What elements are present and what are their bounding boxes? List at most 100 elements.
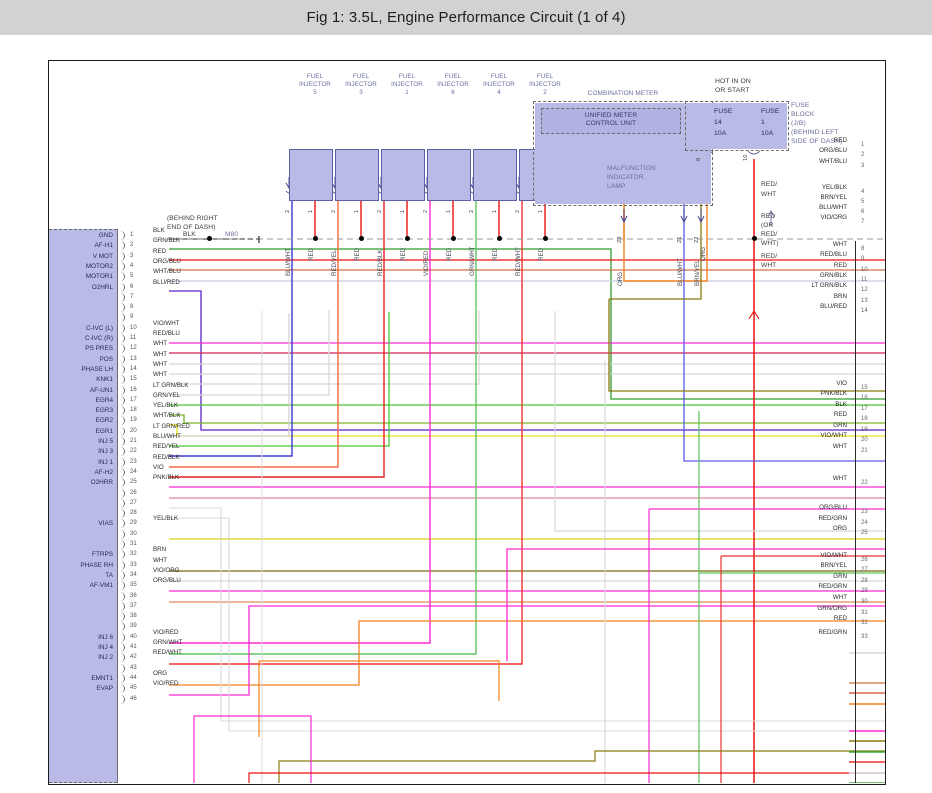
ecm-wire-label-21: BLU/WHT (153, 433, 181, 440)
right-terminal-num-6: 6 (861, 209, 865, 215)
ecm-pin-label-inj-5: INJ 5 (98, 438, 113, 445)
ecm-wire-label-20: LT GRN/RED (153, 422, 190, 430)
right-wire-label-10: RED (833, 262, 847, 269)
ecm-pin-label-egr2: EGR2 (95, 417, 113, 425)
connector-spring-7 (117, 292, 125, 302)
right-wire-label-4: YEL/BLK (821, 184, 847, 191)
fuel-injector-3[interactable] (335, 149, 379, 201)
injector-3-wire2-label: RED/YEL (331, 249, 338, 276)
injector-6-wire1-label: RED (446, 247, 453, 261)
right-terminal-num-21: 21 (861, 448, 868, 454)
mil-label-line2: INDICATOR (607, 174, 644, 181)
right-terminal-num-5: 5 (861, 199, 865, 205)
right-terminal-num-15: 15 (861, 385, 868, 391)
connector-spring-27 (117, 498, 125, 508)
right-wire-label-14: BLU/RED (820, 303, 847, 310)
connector-spring-36 (117, 591, 125, 601)
right-wire-label-1: RED (833, 137, 847, 144)
combination-meter-label: COMBINATION METER (587, 90, 659, 97)
ecm-pin-num-23: 23 (130, 458, 137, 465)
ecm-wire-label-25: PNK/BLK (153, 474, 180, 482)
ecm-pin-label-emnt1: EMNT1 (91, 674, 113, 682)
ecm-pin-label-af-un1: AF-UN1 (89, 386, 113, 394)
fuel-injector-1[interactable] (381, 149, 425, 201)
ecm-wire-label-24: VIO (153, 463, 164, 471)
right-terminal-num-32: 32 (861, 620, 868, 626)
meter-pin-22-wire: BRN/YEL (694, 259, 701, 286)
fuel-injector-5[interactable] (289, 149, 333, 201)
right-wire-label-30: WHT (832, 594, 847, 601)
injector-title-line2-2: INJECTOR (529, 81, 561, 88)
ecm-wire-label-41: GRN/WHT (153, 639, 183, 646)
connector-spring-46 (117, 694, 125, 704)
injector-6-wire2-label: VIO/RED (423, 250, 430, 276)
harness-junction-dot (543, 236, 548, 241)
right-wire-label-16: PNK/BLK (820, 390, 847, 397)
right-wire-label-19: GRN (833, 422, 847, 429)
meter-pin-23-wire: ORG (617, 271, 624, 286)
ecm-wire-label-2: GRN/BLK (153, 237, 181, 245)
ecm-pin-label-inj-3: INJ 3 (98, 448, 113, 456)
ecm-pin-num-8: 8 (130, 304, 134, 311)
fuel-injector-6[interactable] (427, 149, 471, 201)
injector-2-pin1-num: 1 (538, 209, 544, 213)
ecm-pin-num-34: 34 (130, 571, 137, 578)
right-terminal-num-4: 4 (861, 189, 865, 195)
right-terminal-num-13: 13 (861, 298, 868, 304)
ecm-pin-num-27: 27 (130, 499, 137, 506)
right-terminal-num-10: 10 (861, 267, 868, 273)
ecm-wire-label-44: ORG (153, 669, 168, 677)
ecm-pin-label-o2hrr: O2HRR (90, 479, 113, 487)
hot-in-on-label-line1: HOT IN ON (715, 78, 751, 85)
harness-junction-dot (405, 236, 410, 241)
ecm-pin-label-c-ivc--l-: C-IVC (L) (86, 324, 113, 332)
harness-junction-dot (359, 236, 364, 241)
right-wire-label-24: RED/GRN (818, 515, 847, 522)
fuse-1-rating: 10A (761, 130, 774, 137)
connector-spring-16 (117, 385, 125, 395)
connector-spring-24 (117, 467, 125, 477)
splice-wire-label: BLK (183, 231, 196, 238)
fuse-14-name: FUSE (714, 108, 733, 115)
ecm-pin-num-33: 33 (130, 561, 137, 568)
ecm-pin-label-inj-2: INJ 2 (98, 654, 113, 662)
ecm-pin-num-28: 28 (130, 510, 137, 517)
right-terminal-num-9: 9 (861, 256, 865, 262)
ecm-pin-num-21: 21 (130, 438, 137, 444)
ecm-wire-label-45: VIO/RED (153, 680, 179, 688)
injector-1-wire2-label: RED/BLK (377, 249, 384, 276)
right-wire-label-5: BRN/YEL (820, 194, 847, 201)
ecm-wire-label-22: RED/YEL (153, 443, 180, 451)
ecm-wire-label-29: YEL/BLK (153, 515, 179, 523)
right-wire-label-18: RED (833, 411, 847, 418)
harness-junction-dot (451, 236, 456, 241)
splice-note-line1: (BEHIND RIGHT (167, 215, 218, 222)
right-wire-label-3: WHT/BLU (819, 158, 847, 165)
injector-5-pin1-num: 1 (308, 209, 314, 213)
diagram-frame: FUEL INJECTOR 5 2 1 BLU/WHT RED FUEL INJE… (48, 60, 886, 785)
right-wire-label-33: RED/GRN (818, 629, 847, 636)
injector-1-pin2-num: 2 (377, 209, 383, 213)
right-wire-label-7: VIO/ORG (820, 214, 847, 221)
ecm-pin-num-25: 25 (130, 479, 137, 486)
ecm-wire-label-23: RED/BLK (153, 453, 180, 461)
connector-spring-14 (117, 364, 125, 374)
right-wire-label-27: BRN/YEL (820, 562, 847, 569)
fuse-block-label-line1: FUSE (791, 102, 810, 109)
right-terminal-num-23: 23 (861, 509, 868, 515)
right-terminal-num-29: 29 (861, 588, 868, 594)
meter-pin-22-num: 22 (694, 236, 700, 243)
right-wire-label-25: ORG (832, 525, 847, 532)
right-wire-label-17: BLK (835, 401, 847, 408)
ecm-pin-num-22: 22 (130, 448, 137, 455)
right-terminal-num-22: 22 (861, 480, 868, 486)
ecm-wire-label-42: RED/WHT (153, 649, 182, 657)
ecm-wire-label-12: WHT (153, 340, 168, 348)
ecm-pin-label-egr3: EGR3 (95, 407, 113, 415)
ecm-pin-label-phase-lh: PHASE LH (81, 365, 113, 373)
meter-pin-21-wire: BLU/WHT (677, 258, 684, 286)
right-terminal-num-19: 19 (861, 427, 868, 433)
fuel-injector-4[interactable] (473, 149, 517, 201)
ecm-pin-num-40: 40 (130, 633, 137, 640)
ecm-pin-label-o2hrl: O2HRL (91, 283, 113, 291)
